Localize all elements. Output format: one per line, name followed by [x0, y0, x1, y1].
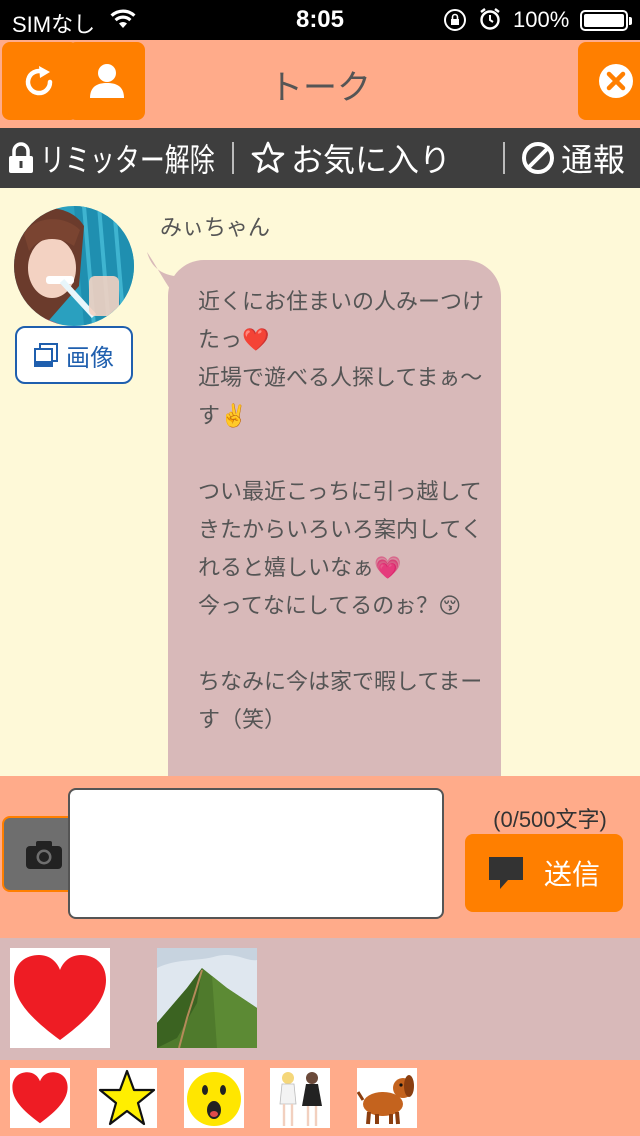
mountain-stamp[interactable] [157, 948, 257, 1048]
page-title: トーク [269, 68, 371, 108]
heart-icon [12, 1072, 68, 1124]
status-bar: SIMなし 8:05 100% [0, 0, 640, 40]
nav-bar: トーク [0, 40, 640, 128]
speech-bubble-icon [488, 857, 523, 889]
heart-stamp[interactable] [10, 948, 110, 1048]
chat-area[interactable]: 画像 みぃちゃん 近くにお住まいの人みーつけたっ❤️ 近場で遊べる人探してまぁ〜… [0, 188, 640, 776]
favorite-label: お気に入り [291, 141, 452, 179]
battery-icon [580, 10, 632, 31]
action-bar: リミッター解除 お気に入り 通報 [0, 128, 640, 188]
prohibited-icon [522, 142, 554, 174]
send-button[interactable]: 送信 [465, 834, 623, 912]
send-label: 送信 [543, 858, 600, 891]
rotation-lock-icon [443, 8, 467, 37]
stamp-panel [0, 938, 640, 1060]
message-text: 近くにお住まいの人みーつけたっ❤️ 近場で遊べる人探してまぁ〜す✌️ つい最近こ… [198, 290, 485, 733]
divider [232, 142, 234, 174]
sender-name: みぃちゃん [160, 216, 271, 241]
limiter-release-button[interactable]: リミッター解除 [8, 136, 264, 180]
star-icon [98, 1069, 156, 1126]
char-count: (0/500文字) [493, 807, 607, 832]
stamp-bar [0, 1060, 640, 1136]
mountain-icon [157, 948, 257, 1048]
two-girls-stamp[interactable] [270, 1068, 330, 1128]
alarm-icon [478, 7, 502, 36]
star-icon [251, 141, 285, 173]
two-girls-icon [279, 1072, 322, 1126]
divider [503, 142, 505, 174]
heart-stamp-small[interactable] [10, 1068, 70, 1128]
report-label: 通報 [561, 141, 626, 179]
dog-stamp[interactable] [356, 1068, 417, 1128]
view-image-button[interactable]: 画像 [15, 326, 133, 384]
favorite-button[interactable]: お気に入り [251, 136, 451, 180]
avatar[interactable] [14, 206, 134, 326]
close-icon [599, 64, 633, 98]
report-button[interactable]: 通報 [521, 136, 625, 180]
surprised-face-icon [187, 1072, 241, 1126]
lock-icon [9, 142, 33, 173]
image-icon [34, 343, 58, 367]
surprised-face-stamp[interactable] [184, 1068, 244, 1128]
battery-percent: 100% [513, 7, 570, 32]
message-input[interactable] [68, 788, 444, 919]
camera-icon [26, 841, 62, 869]
dog-icon [356, 1075, 414, 1125]
close-button[interactable] [578, 42, 640, 120]
star-stamp[interactable] [97, 1068, 157, 1128]
composer-bar: (0/500文字) 送信 [0, 776, 640, 938]
message-bubble[interactable]: 近くにお住まいの人みーつけたっ❤️ 近場で遊べる人探してまぁ〜す✌️ つい最近こ… [168, 260, 501, 776]
heart-icon [14, 955, 106, 1040]
view-image-label: 画像 [66, 343, 114, 372]
limiter-release-label: リミッター解除 [40, 141, 215, 179]
